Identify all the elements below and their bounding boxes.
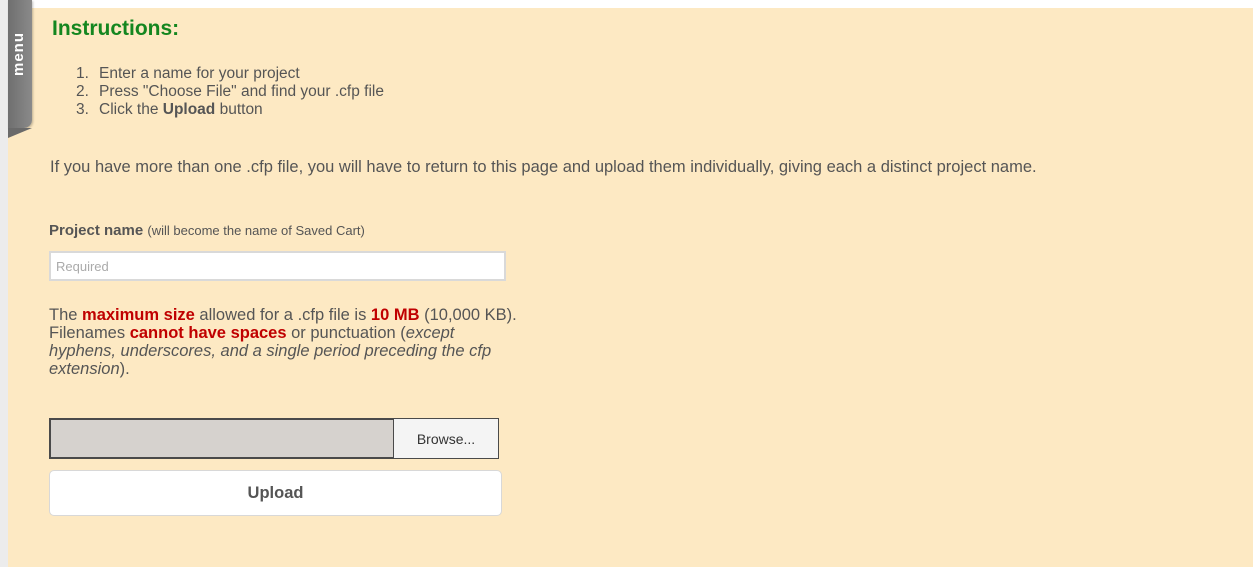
step-text: Click the [99, 101, 163, 118]
size-limit-highlight: 10 MB [370, 306, 420, 324]
project-name-label-text: Project name [49, 222, 144, 239]
max-size-highlight: maximum size [82, 306, 195, 324]
step-number: 2. [76, 83, 89, 100]
menu-tab[interactable]: menu [8, 0, 32, 138]
no-spaces-highlight: cannot have spaces [129, 324, 287, 342]
size-note-text: The [49, 306, 83, 324]
instruction-step: 2. Press "Choose File" and find your .cfp… [76, 83, 384, 101]
file-path-field[interactable] [49, 418, 394, 459]
file-size-note: The maximum size allowed for a .cfp file… [49, 306, 519, 378]
project-name-label: Project name (will become the name of Sa… [49, 222, 365, 239]
instructions-title: Instructions: [52, 17, 180, 40]
browse-button[interactable]: Browse... [394, 418, 499, 459]
instruction-steps: 1. Enter a name for your project 2. Press … [76, 65, 384, 119]
step-text-emphasis: Upload [162, 101, 216, 118]
file-chooser: Browse... [49, 418, 501, 459]
multi-file-note: If you have more than one .cfp file, you… [50, 158, 1037, 176]
instruction-step: 1. Enter a name for your project [76, 65, 384, 83]
step-text: Enter a name for your project [99, 65, 300, 82]
step-number: 3. [76, 101, 89, 118]
project-name-hint: (will become the name of Saved Cart) [147, 223, 365, 238]
step-text: Press "Choose File" and find your .cfp f… [99, 83, 384, 100]
size-note-text: ). [119, 360, 130, 378]
upload-button[interactable]: Upload [49, 470, 502, 516]
instruction-step: 3. Click the Upload button [76, 101, 384, 119]
step-text: button [215, 101, 263, 118]
menu-tab-label: menu [10, 31, 27, 76]
step-number: 1. [76, 65, 89, 82]
project-name-input[interactable] [49, 251, 506, 281]
size-note-text: or punctuation ( [286, 324, 406, 342]
size-note-text: allowed for a .cfp file is [194, 306, 371, 324]
